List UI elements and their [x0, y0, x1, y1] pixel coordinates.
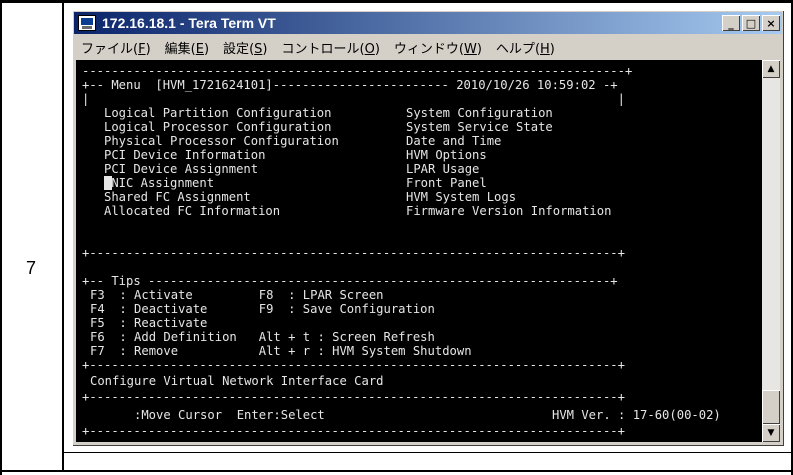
menu-help[interactable]: ヘルプ(H) [489, 38, 562, 57]
tips-header: +-- Tips -------------------------------… [82, 274, 618, 288]
footer-keys: :Move Cursor Enter:Select [134, 408, 325, 422]
menu-item-logical-processor-configuration[interactable]: Logical Processor Configuration [104, 120, 331, 134]
table-column-divider [62, 0, 64, 472]
menu-item-allocated-fc-information[interactable]: Allocated FC Information [104, 204, 280, 218]
menu-edit[interactable]: 編集(E) [158, 38, 216, 57]
menu-item-front-panel[interactable]: Front Panel [406, 176, 487, 190]
row-number: 7 [25, 258, 36, 278]
menu-setup[interactable]: 設定(S) [216, 38, 274, 57]
menu-item-lpar-usage[interactable]: LPAR Usage [406, 162, 479, 176]
menu-item-system-configuration[interactable]: System Configuration [406, 106, 553, 120]
tip-line: F4 : Deactivate F9 : Save Configuration [90, 302, 435, 316]
border-line: ----------------------------------------… [82, 64, 633, 78]
menu-item-shared-fc-assignment[interactable]: Shared FC Assignment [104, 190, 251, 204]
close-button[interactable]: × [762, 15, 780, 31]
menu-item-hvm-options[interactable]: HVM Options [406, 148, 487, 162]
tip-line: F5 : Reactivate [90, 316, 208, 330]
scroll-down-arrow-icon[interactable]: ▼ [762, 424, 780, 442]
tip-line: F3 : Activate F8 : LPAR Screen [90, 288, 384, 302]
footer-version: HVM Ver. : 17-60(00-02) [552, 408, 721, 422]
teraterm-window: 172.16.18.1 - Tera Term VT _ □ × ファイル(F)… [72, 10, 784, 446]
menu-header: +-- Menu [HVM_1721624101]---------------… [82, 78, 618, 92]
border-line: | | [82, 92, 625, 106]
menu-item-physical-processor-configuration[interactable]: Physical Processor Configuration [104, 134, 339, 148]
menu-item-pci-device-assignment[interactable]: PCI Device Assignment [104, 162, 258, 176]
menu-item-logical-partition-configuration[interactable]: Logical Partition Configuration [104, 106, 331, 120]
minimize-button[interactable]: _ [722, 15, 740, 31]
border-line: +---------------------------------------… [82, 246, 625, 260]
menu-item-hvm-system-logs[interactable]: HVM System Logs [406, 190, 516, 204]
tip-line: F6 : Add Definition Alt + t : Screen Ref… [90, 330, 435, 344]
vertical-scrollbar[interactable]: ▲ ▼ [762, 60, 780, 442]
menu-item-date-and-time[interactable]: Date and Time [406, 134, 501, 148]
window-controls: _ □ × [720, 15, 780, 31]
table-bottom-rule [0, 470, 793, 472]
status-description: Configure Virtual Network Interface Card [90, 374, 384, 388]
menu-item-firmware-version-information[interactable]: Firmware Version Information [406, 204, 611, 218]
table-top-rule [0, 0, 793, 3]
menu-control[interactable]: コントロール(O) [274, 38, 386, 57]
border-line: +---------------------------------------… [82, 424, 625, 438]
border-line: +---------------------------------------… [82, 358, 625, 372]
terminal-screen[interactable]: ----------------------------------------… [76, 60, 762, 442]
border-line: +---------------------------------------… [82, 390, 625, 404]
scroll-up-arrow-icon[interactable]: ▲ [762, 60, 780, 78]
maximize-button[interactable]: □ [742, 15, 760, 31]
menu-file[interactable]: ファイル(F) [74, 38, 158, 57]
scrollbar-thumb[interactable] [762, 390, 780, 424]
teraterm-app-icon[interactable] [78, 15, 96, 31]
menu-item-vnic-assignment[interactable]: VNIC Assignment [104, 176, 214, 190]
menu-window[interactable]: ウィンドウ(W) [387, 38, 489, 57]
menu-item-pci-device-information[interactable]: PCI Device Information [104, 148, 265, 162]
tip-line: F7 : Remove Alt + r : HVM System Shutdow… [90, 344, 472, 358]
terminal-cursor [104, 176, 112, 190]
menu-item-system-service-state[interactable]: System Service State [406, 120, 553, 134]
title-bar[interactable]: 172.16.18.1 - Tera Term VT _ □ × [74, 12, 782, 34]
menu-bar: ファイル(F) 編集(E) 設定(S) コントロール(O) ウィンドウ(W) ヘ… [74, 36, 782, 58]
window-title: 172.16.18.1 - Tera Term VT [102, 15, 276, 31]
table-inner-rule [64, 452, 791, 453]
